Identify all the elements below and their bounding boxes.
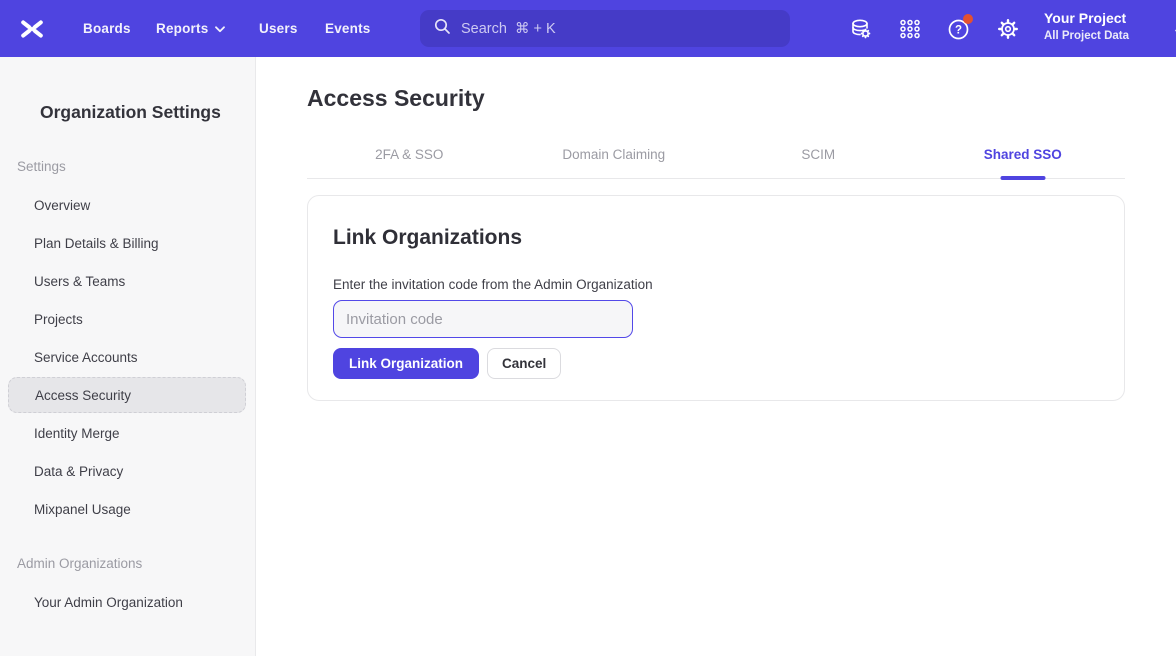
- sidebar-item-users-teams[interactable]: Users & Teams: [0, 262, 255, 300]
- svg-text:?: ?: [955, 24, 962, 36]
- notification-dot: [963, 14, 973, 24]
- tab-bar: 2FA & SSO Domain Claiming SCIM Shared SS…: [307, 141, 1125, 179]
- sidebar-item-access-security[interactable]: Access Security: [8, 377, 246, 413]
- link-organization-button[interactable]: Link Organization: [333, 348, 479, 379]
- invitation-code-label: Enter the invitation code from the Admin…: [333, 277, 1099, 292]
- top-navigation: Boards Reports Users Events: [0, 0, 1176, 57]
- sidebar-title: Organization Settings: [40, 101, 255, 123]
- global-search[interactable]: [420, 10, 790, 47]
- project-name: Your Project: [1044, 9, 1164, 28]
- apps-grid-icon[interactable]: [897, 16, 923, 42]
- page-title: Access Security: [307, 83, 1176, 113]
- tab-label: Shared SSO: [984, 147, 1062, 162]
- nav-item-events[interactable]: Events: [325, 0, 370, 57]
- tab-scim[interactable]: SCIM: [716, 141, 921, 178]
- nav-item-label: Boards: [83, 21, 131, 36]
- data-management-icon[interactable]: [848, 16, 874, 42]
- sidebar-section-settings: Settings: [17, 158, 255, 176]
- sidebar-item-plan-details-billing[interactable]: Plan Details & Billing: [0, 224, 255, 262]
- active-tab-indicator: [1000, 176, 1045, 180]
- nav-item-label: Users: [259, 21, 298, 36]
- nav-item-reports[interactable]: Reports: [156, 0, 225, 57]
- sidebar-item-mixpanel-usage[interactable]: Mixpanel Usage: [0, 490, 255, 528]
- mixpanel-logo-icon[interactable]: [19, 16, 45, 42]
- search-input[interactable]: [461, 21, 761, 37]
- nav-item-boards[interactable]: Boards: [83, 0, 131, 57]
- sidebar-item-data-privacy[interactable]: Data & Privacy: [0, 452, 255, 490]
- sidebar-item-overview[interactable]: Overview: [0, 186, 255, 224]
- link-organizations-card: Link Organizations Enter the invitation …: [307, 195, 1125, 401]
- tab-label: Domain Claiming: [562, 147, 665, 162]
- nav-item-users[interactable]: Users: [259, 0, 298, 57]
- sidebar-item-your-admin-organization[interactable]: Your Admin Organization: [0, 583, 255, 621]
- sidebar-section-admin-organizations: Admin Organizations: [17, 555, 255, 573]
- settings-gear-icon[interactable]: [995, 16, 1021, 42]
- project-selector[interactable]: Your Project All Project Data: [1044, 9, 1164, 44]
- tab-2fa-sso[interactable]: 2FA & SSO: [307, 141, 512, 178]
- tab-label: SCIM: [801, 147, 835, 162]
- tab-shared-sso[interactable]: Shared SSO: [921, 141, 1126, 178]
- sidebar-item-projects[interactable]: Projects: [0, 300, 255, 338]
- nav-item-label: Reports: [156, 21, 208, 36]
- cancel-button[interactable]: Cancel: [487, 348, 561, 379]
- org-settings-sidebar: Organization Settings Settings Overview …: [0, 57, 256, 656]
- sidebar-item-service-accounts[interactable]: Service Accounts: [0, 338, 255, 376]
- card-title: Link Organizations: [333, 225, 1099, 251]
- sidebar-item-identity-merge[interactable]: Identity Merge: [0, 414, 255, 452]
- chevron-down-icon: [215, 21, 225, 36]
- tab-domain-claiming[interactable]: Domain Claiming: [512, 141, 717, 178]
- nav-item-label: Events: [325, 21, 370, 36]
- search-icon: [434, 18, 451, 40]
- tab-label: 2FA & SSO: [375, 147, 443, 162]
- help-icon[interactable]: ?: [946, 16, 972, 42]
- invitation-code-input[interactable]: [333, 300, 633, 338]
- main-content: Access Security 2FA & SSO Domain Claimin…: [256, 57, 1176, 656]
- project-scope: All Project Data: [1044, 28, 1164, 44]
